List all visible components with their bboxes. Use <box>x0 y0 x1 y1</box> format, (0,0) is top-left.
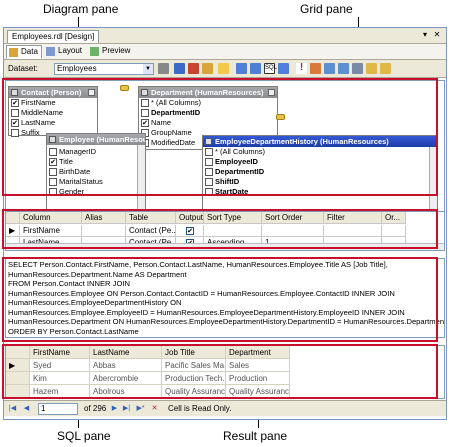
result-pane-toggle-icon[interactable] <box>278 63 289 74</box>
edit-dataset-icon[interactable] <box>174 63 185 74</box>
view-tabs: Data Layout Preview <box>4 44 446 60</box>
diagram-pane-callout: Diagram pane <box>43 2 119 16</box>
document-tab-bar: Employees.rdl [Design] ▾ ✕ <box>4 28 446 44</box>
delete-dataset-icon[interactable] <box>188 63 199 74</box>
refresh-fields-icon[interactable] <box>202 63 213 74</box>
sort-ascending-icon[interactable] <box>324 63 335 74</box>
status-bar: |◀ ◀ 1 of 296 ▶ ▶| ▶* ✕ Cell is Read Onl… <box>4 400 446 416</box>
document-tab[interactable]: Employees.rdl [Design] <box>7 30 100 43</box>
last-page-icon[interactable]: ▶| <box>122 404 131 413</box>
preview-icon <box>90 47 99 56</box>
group-by-icon[interactable] <box>366 63 377 74</box>
first-page-icon[interactable]: |◀ <box>8 404 17 413</box>
next-page-icon[interactable]: ▶ <box>110 404 119 413</box>
layout-icon <box>46 47 55 56</box>
status-message: Cell is Read Only. <box>168 404 232 413</box>
grid-pane-toggle-icon[interactable] <box>250 63 261 74</box>
sql-pane-highlight <box>2 257 438 342</box>
dataset-select[interactable]: Employees ▼ <box>54 63 154 75</box>
page-number-input[interactable]: 1 <box>38 403 78 415</box>
data-icon <box>9 48 18 57</box>
close-icon[interactable]: ✕ <box>432 30 442 40</box>
previous-page-icon[interactable]: ◀ <box>22 404 31 413</box>
run-icon[interactable]: ! <box>296 63 307 74</box>
diagram-pane-toggle-icon[interactable] <box>236 63 247 74</box>
generic-query-icon[interactable] <box>218 63 229 74</box>
tab-preview[interactable]: Preview <box>88 45 133 59</box>
tab-data[interactable]: Data <box>6 45 42 59</box>
chevron-down-icon: ▼ <box>143 64 153 74</box>
filter-icon[interactable] <box>352 63 363 74</box>
dataset-value: Employees <box>57 64 97 73</box>
result-pane-highlight <box>2 344 438 399</box>
result-pane-callout: Result pane <box>223 429 288 443</box>
delete-row-icon[interactable]: ✕ <box>150 404 159 413</box>
new-row-icon[interactable]: ▶* <box>136 404 145 413</box>
grid-pane-highlight <box>2 209 438 249</box>
sql-pane-toggle-icon[interactable]: SQL <box>264 63 277 74</box>
toolbar: Dataset: Employees ▼ SQL ! <box>4 60 446 78</box>
sql-pane-callout: SQL pane <box>57 429 111 443</box>
sort-descending-icon[interactable] <box>338 63 349 74</box>
grid-pane-callout: Grid pane <box>300 2 353 16</box>
more-icon[interactable] <box>158 63 169 74</box>
tab-data-label: Data <box>21 47 38 56</box>
add-table-icon[interactable] <box>380 63 391 74</box>
diagram-pane-highlight <box>2 78 438 196</box>
tab-layout-label: Layout <box>58 46 83 55</box>
verify-sql-icon[interactable] <box>310 63 321 74</box>
dropdown-icon[interactable]: ▾ <box>420 30 430 40</box>
page-total: of 296 <box>84 404 107 413</box>
tab-preview-label: Preview <box>102 46 131 55</box>
tab-layout[interactable]: Layout <box>44 45 85 59</box>
dataset-label: Dataset: <box>8 64 38 73</box>
